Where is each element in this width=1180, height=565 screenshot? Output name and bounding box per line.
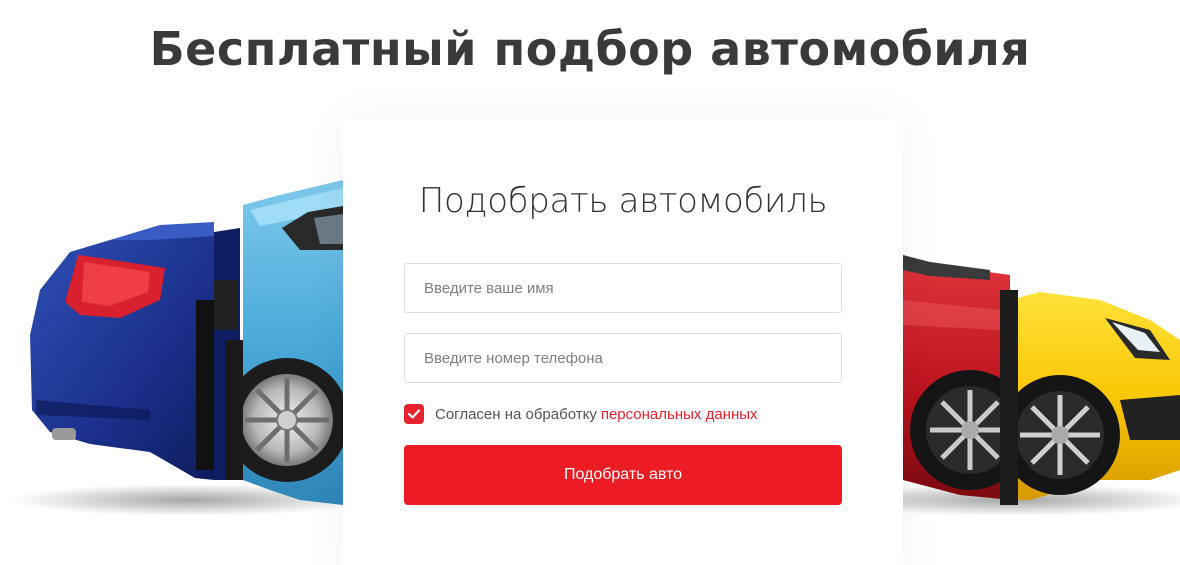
yellow-car-image [1000, 290, 1180, 505]
consent-row: Согласен на обработку персональных данны… [404, 403, 758, 425]
blue-car-image [30, 222, 240, 480]
checkmark-icon [408, 409, 420, 419]
name-input[interactable] [404, 263, 842, 313]
consent-text: Согласен на обработку [435, 405, 597, 423]
light-blue-car-image [214, 180, 349, 505]
consent-checkbox[interactable] [404, 404, 424, 424]
car-selection-form: Подобрать автомобиль Согласен на обработ… [343, 119, 903, 565]
phone-input[interactable] [404, 333, 842, 383]
personal-data-link[interactable]: персональных данных [601, 406, 758, 423]
submit-button[interactable]: Подобрать авто [404, 445, 842, 505]
form-heading: Подобрать автомобиль [418, 181, 828, 221]
